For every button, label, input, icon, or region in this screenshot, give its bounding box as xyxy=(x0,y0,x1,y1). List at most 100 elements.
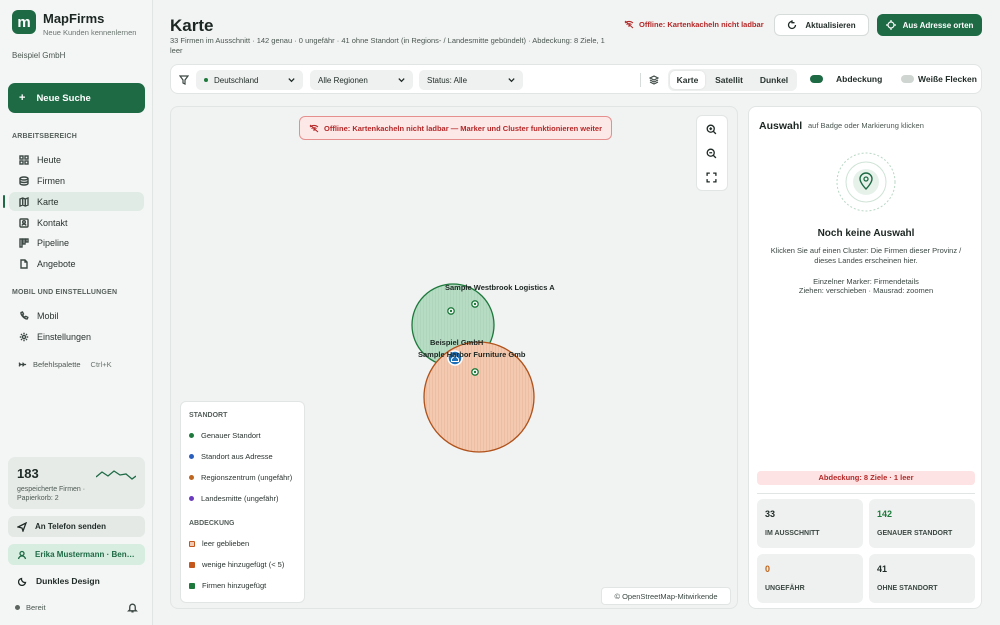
wifi-off-icon xyxy=(624,20,634,29)
stat-approx: 0 UNGEFÄHR xyxy=(757,554,863,603)
legend-dot-purple xyxy=(189,496,194,501)
stat-label: GENAUER STANDORT xyxy=(877,530,953,537)
map-label-westbrook: Sample Westbrook Logistics A xyxy=(445,283,555,292)
layer-karte[interactable]: Karte xyxy=(670,71,705,89)
sidebar-item-heute[interactable]: Heute xyxy=(9,150,144,169)
whitespots-label: Weiße Flecken xyxy=(918,74,977,84)
bell-icon[interactable] xyxy=(127,602,138,613)
map-canvas[interactable]: Sample Westbrook Logistics A Beispiel Gm… xyxy=(170,106,738,609)
stat-in-view: 33 IM AUSSCHNITT xyxy=(757,499,863,548)
legend-item: Standort aus Adresse xyxy=(189,452,273,461)
command-palette-button[interactable]: Befehlspalette Ctrl+K xyxy=(18,360,112,369)
chevron-down-icon xyxy=(288,78,295,83)
status-select[interactable]: Status: Alle xyxy=(419,70,523,90)
refresh-button[interactable]: Aktualisieren xyxy=(774,14,869,36)
company-name: Beispiel GmbH xyxy=(12,51,66,60)
firm-marker-dot xyxy=(473,302,477,306)
saved-firms-card: 183 gespeicherte Firmen · Papierkorb: 2 xyxy=(8,457,145,509)
coverage-summary: Abdeckung: 8 Ziele · 1 leer xyxy=(757,471,975,485)
stat-value: 41 xyxy=(877,564,888,574)
map-offline-text: Offline: Kartenkacheln nicht ladbar — Ma… xyxy=(324,123,602,133)
legend-label: Genauer Standort xyxy=(201,431,261,440)
sidebar: m MapFirms Neue Kunden kennenlernen Beis… xyxy=(0,0,153,625)
sidebar-item-firmen[interactable]: Firmen xyxy=(9,171,144,190)
sidebar-item-einstellungen[interactable]: Einstellungen xyxy=(9,327,144,346)
empty-state-gesture-hint: Ziehen: verschieben · Mausrad: zoomen xyxy=(798,286,934,295)
gear-icon xyxy=(19,332,29,341)
sidebar-item-karte[interactable]: Karte xyxy=(9,192,144,211)
legend-item: Firmen hinzugefügt xyxy=(189,581,266,590)
phone-icon xyxy=(20,310,29,320)
sidebar-item-angebote[interactable]: Angebote xyxy=(9,254,144,273)
status-indicator: Bereit xyxy=(15,603,46,612)
layers-icon[interactable] xyxy=(649,75,659,85)
whitespots-toggle[interactable] xyxy=(901,75,914,83)
command-shortcut: Ctrl+K xyxy=(90,360,112,369)
region-select[interactable]: Alle Regionen xyxy=(310,70,413,90)
layer-dunkel[interactable]: Dunkel xyxy=(753,71,795,89)
sidebar-item-pipeline[interactable]: Pipeline xyxy=(9,233,144,252)
offline-status-text: Offline: Kartenkacheln nicht ladbar xyxy=(639,20,764,29)
map-attribution[interactable]: © OpenStreetMap-Mitwirkende xyxy=(601,587,731,605)
zoom-out-button[interactable] xyxy=(706,148,717,161)
legend-label: leer geblieben xyxy=(202,539,250,548)
sidebar-item-label: Einstellungen xyxy=(37,331,92,342)
legend-swatch-few xyxy=(189,561,195,568)
stat-label: OHNE STANDORT xyxy=(877,585,938,592)
plus-icon: + xyxy=(19,92,26,104)
fullscreen-icon xyxy=(706,172,717,183)
active-indicator xyxy=(3,195,5,208)
stat-label: UNGEFÄHR xyxy=(765,585,805,592)
layer-satellit[interactable]: Satellit xyxy=(707,71,751,89)
wifi-off-icon xyxy=(309,124,319,132)
status-value: Status: Alle xyxy=(427,75,468,85)
stat-label: IM AUSSCHNITT xyxy=(765,530,820,537)
fullscreen-button[interactable] xyxy=(706,172,717,185)
command-icon xyxy=(18,362,27,367)
legend-label: wenige hinzugefügt (< 5) xyxy=(202,560,285,569)
legend-label: Landesmitte (ungefähr) xyxy=(201,494,279,503)
new-search-button[interactable]: + Neue Suche xyxy=(8,83,145,113)
sidebar-item-label: Heute xyxy=(37,154,62,165)
app-name: MapFirms xyxy=(43,11,105,26)
coverage-toggle[interactable] xyxy=(810,75,823,83)
legend-item: Genauer Standort xyxy=(189,431,261,440)
status-text: Bereit xyxy=(26,603,46,612)
legend-item: wenige hinzugefügt (< 5) xyxy=(189,560,284,569)
legend-label: Firmen hinzugefügt xyxy=(202,581,267,590)
send-to-phone-button[interactable]: An Telefon senden xyxy=(8,516,145,537)
map-label-furniture: Sample Harbor Furniture Gmb xyxy=(418,350,526,359)
status-dot xyxy=(15,605,20,610)
firm-marker-dot xyxy=(473,370,477,374)
database-icon xyxy=(19,175,29,186)
saved-firms-count: 183 xyxy=(17,466,39,481)
country-select[interactable]: Deutschland xyxy=(196,70,303,90)
empty-state-title: Noch keine Auswahl xyxy=(817,228,915,239)
legend-swatch-added xyxy=(189,582,195,589)
stat-value: 142 xyxy=(877,509,893,519)
zoom-in-button[interactable] xyxy=(706,124,717,137)
panel-hint: auf Badge oder Markierung klicken xyxy=(808,121,924,130)
user-icon xyxy=(17,550,27,559)
section-work-label: ARBEITSBEREICH xyxy=(12,133,78,140)
grid-icon xyxy=(19,154,29,165)
refresh-label: Aktualisieren xyxy=(805,20,856,30)
legend-item: Landesmitte (ungefähr) xyxy=(189,494,279,503)
user-name: Erika Mustermann · Ben… xyxy=(35,550,135,559)
pipeline-icon xyxy=(19,237,29,248)
sidebar-item-label: Mobil xyxy=(37,310,59,321)
country-value: Deutschland xyxy=(214,75,259,85)
zoom-controls xyxy=(696,115,728,191)
country-dot xyxy=(204,78,208,82)
map-offline-banner: Offline: Kartenkacheln nicht ladbar — Ma… xyxy=(299,116,612,140)
panel-title: Auswahl xyxy=(759,120,803,132)
sidebar-item-label: Karte xyxy=(37,196,59,207)
legend-label: Standort aus Adresse xyxy=(201,452,273,461)
page-subtitle: 33 Firmen im Ausschnitt · 142 genau · 0 … xyxy=(170,36,605,55)
locate-from-address-button[interactable]: Aus Adresse orten xyxy=(877,14,982,36)
contact-icon xyxy=(19,217,29,228)
user-account-button[interactable]: Erika Mustermann · Ben… xyxy=(8,544,145,565)
dark-theme-toggle[interactable]: Dunkles Design xyxy=(18,576,100,586)
sidebar-item-kontakt[interactable]: Kontakt xyxy=(9,213,144,232)
sidebar-item-mobil[interactable]: Mobil xyxy=(9,306,144,325)
